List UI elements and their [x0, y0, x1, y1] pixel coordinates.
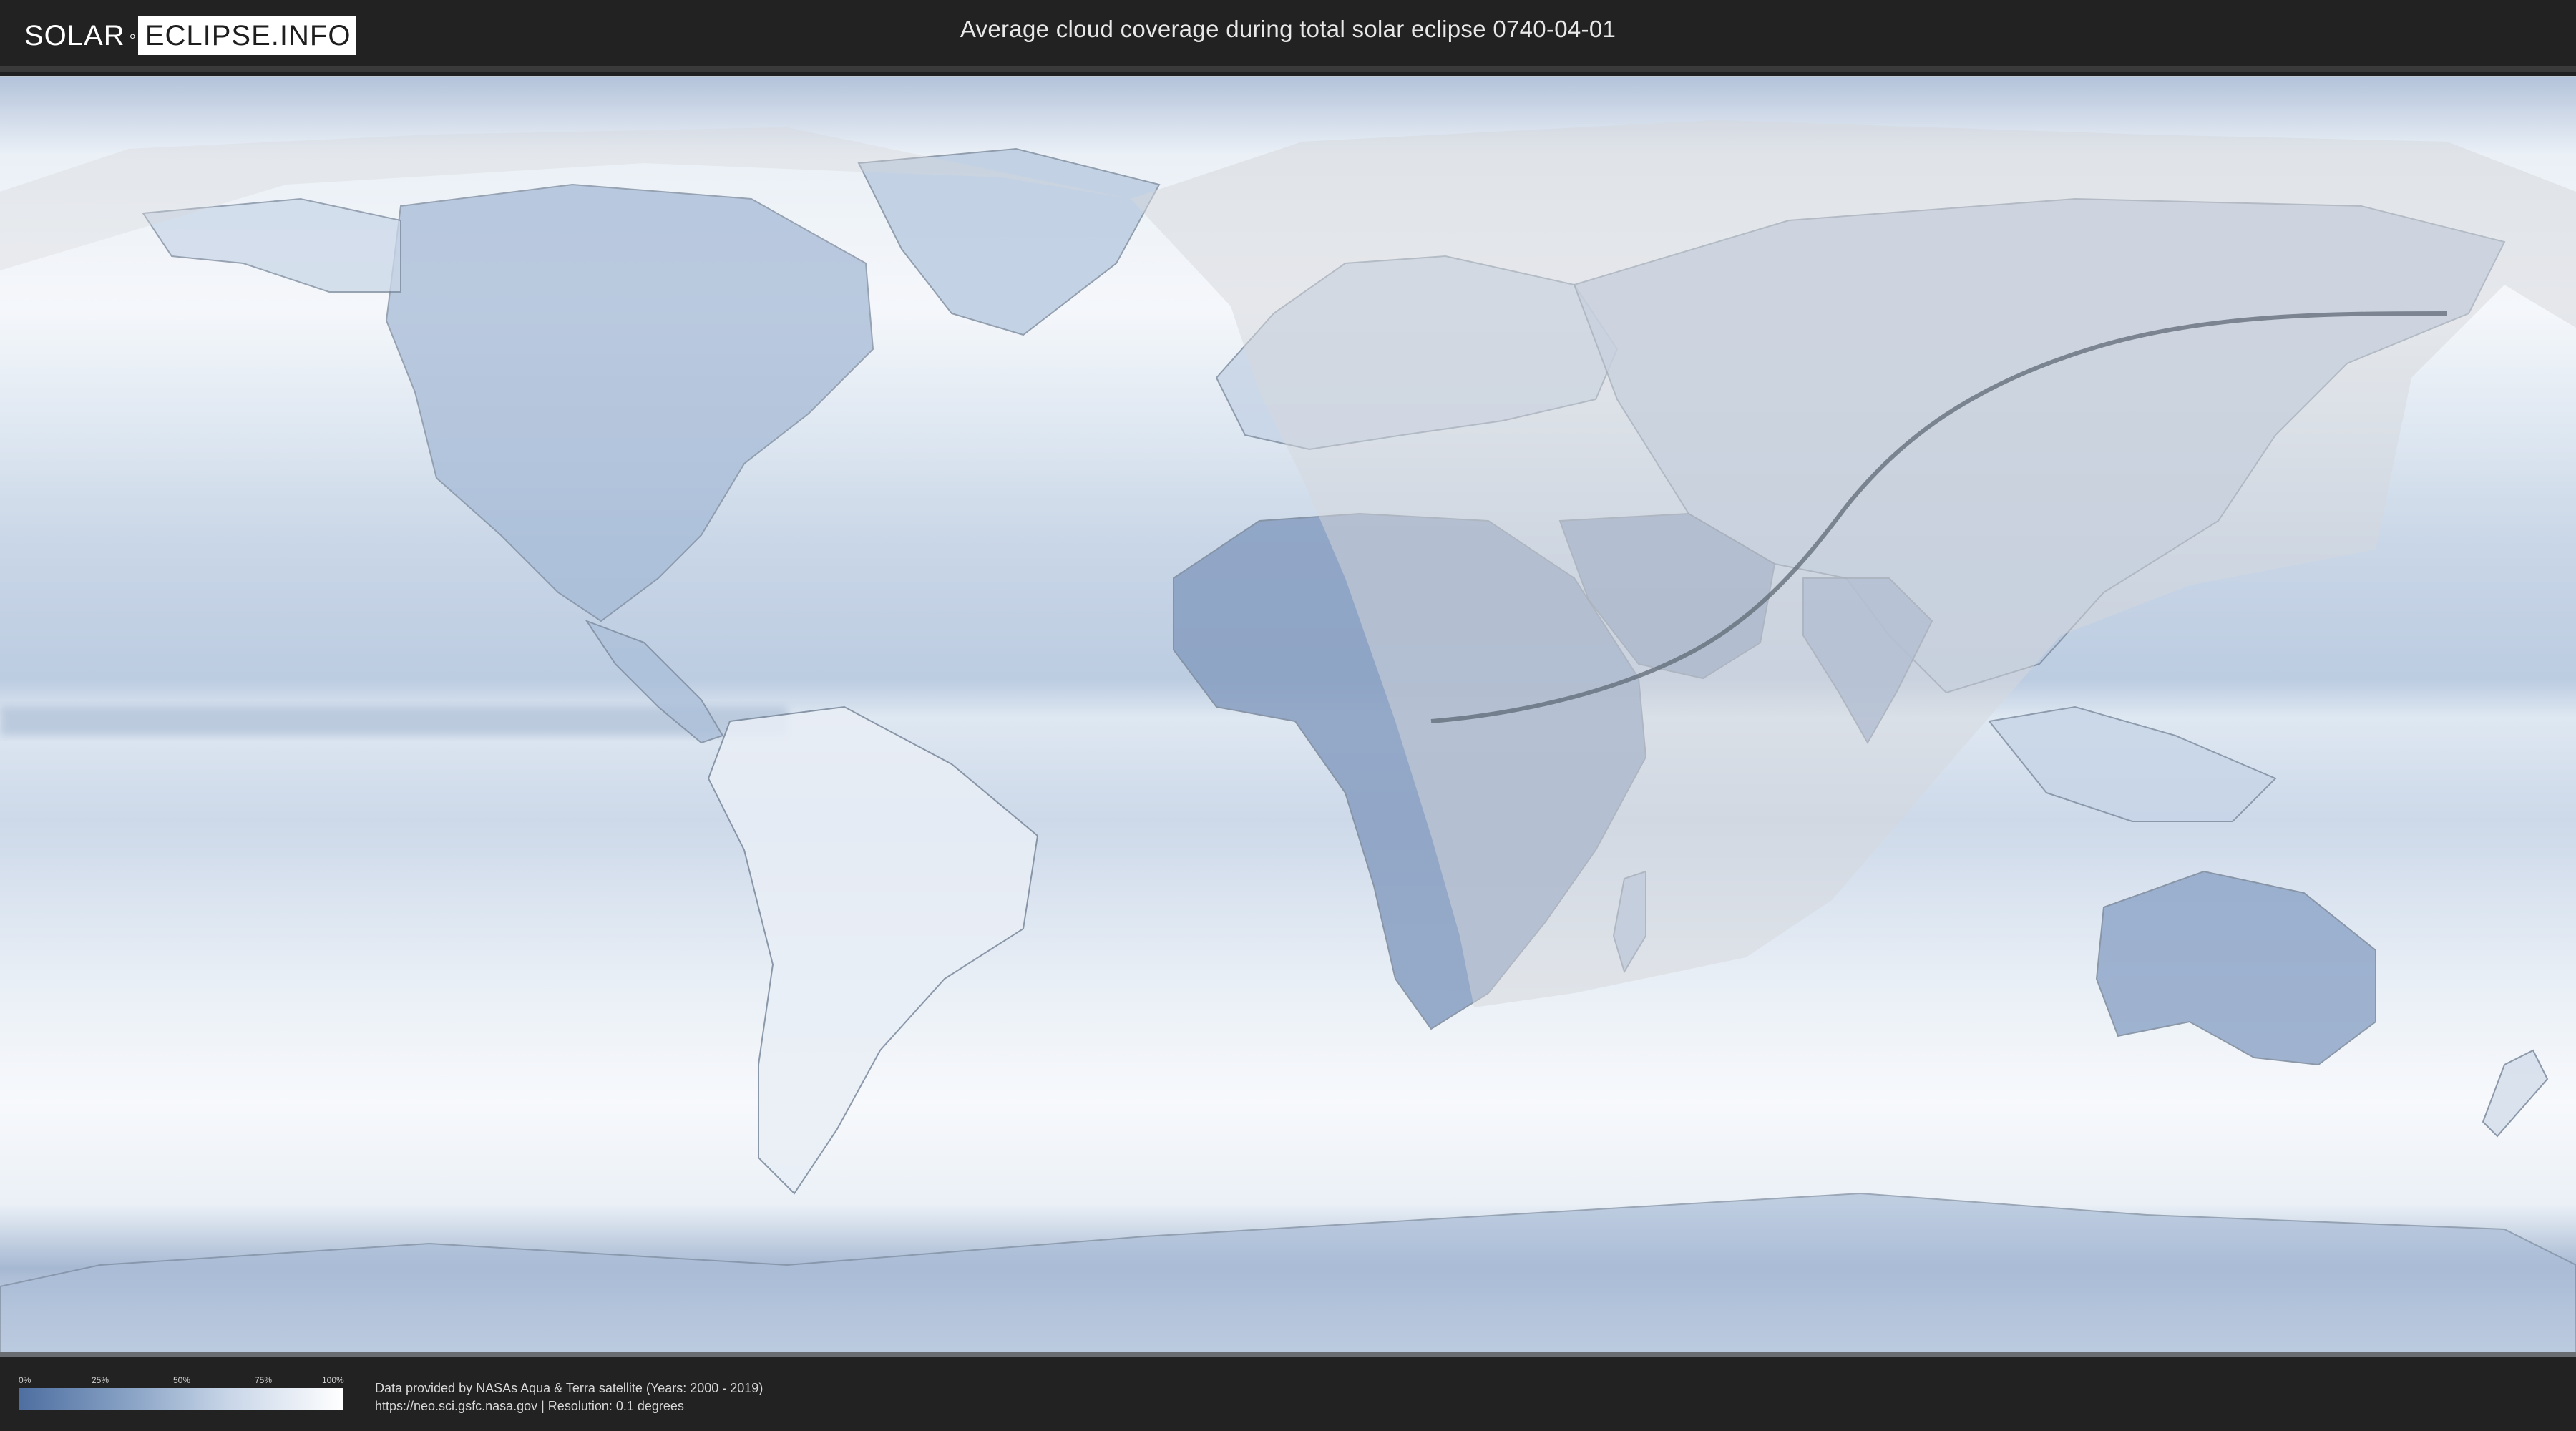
page: SOLAR ◦ ECLIPSE.INFO Average cloud cover… — [0, 0, 2576, 1431]
legend-tick-75: 75% — [255, 1375, 273, 1385]
page-title: Average cloud coverage during total sola… — [960, 16, 1616, 42]
legend-color-bar — [19, 1388, 343, 1410]
site-logo[interactable]: SOLAR ◦ ECLIPSE.INFO — [24, 16, 357, 55]
header-bar: SOLAR ◦ ECLIPSE.INFO Average cloud cover… — [0, 0, 2576, 72]
legend-ticks: 0% 25% 50% 75% 100% — [19, 1375, 344, 1387]
legend-tick-50: 50% — [173, 1375, 191, 1385]
data-info-line: https://neo.sci.gsfc.nasa.gov | Resoluti… — [375, 1399, 684, 1413]
logo-solar-text: SOLAR — [24, 19, 125, 52]
logo-sun-icon: ◦ — [129, 24, 137, 47]
cloud-coverage-map[interactable] — [0, 76, 2576, 1357]
world-map-svg — [0, 77, 2576, 1352]
data-source-info: Data provided by NASAs Aqua & Terra sate… — [375, 1379, 763, 1415]
legend-tick-0: 0% — [19, 1375, 31, 1385]
cloud-coverage-legend: 0% 25% 50% 75% 100% — [19, 1375, 344, 1410]
logo-eclipse-text: ECLIPSE.INFO — [137, 16, 357, 55]
data-source-line: Data provided by NASAs Aqua & Terra sate… — [375, 1381, 763, 1395]
legend-tick-100: 100% — [322, 1375, 344, 1385]
legend-tick-25: 25% — [92, 1375, 109, 1385]
footer-bar: 0% 25% 50% 75% 100% Data provided by NAS… — [0, 1357, 2576, 1431]
